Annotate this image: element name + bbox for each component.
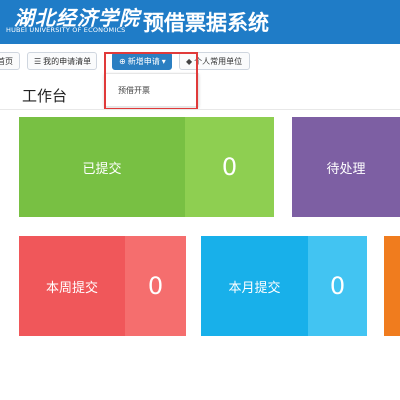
divider (0, 109, 400, 110)
submitted-card[interactable]: 已提交 0 (19, 117, 274, 217)
this-month-count: 0 (308, 236, 367, 336)
pending-card[interactable]: 待处理 (292, 117, 400, 217)
personal-units-label: 个人常用单位 (194, 57, 243, 66)
plus-circle-icon: ⊕ (119, 57, 126, 66)
new-request-label: 新增申请 (127, 57, 160, 66)
home-button[interactable]: 首页 (0, 52, 20, 70)
this-month-label: 本月提交 (228, 280, 281, 296)
extra-card[interactable] (384, 236, 400, 336)
new-request-dropdown-button[interactable]: ⊕ 新增申请 ▾ (112, 52, 172, 70)
this-week-count: 0 (125, 236, 186, 336)
page-title: 工作台 (22, 87, 68, 105)
this-month-card[interactable]: 本月提交 0 (201, 236, 367, 336)
submitted-label: 已提交 (82, 161, 122, 177)
new-request-dropdown-menu: 预借开票 (104, 73, 199, 107)
pending-label: 待处理 (326, 161, 366, 177)
caret-down-icon: ▾ (161, 57, 166, 66)
my-requests-button[interactable]: ☰ 我的申请清单 (27, 52, 97, 70)
home-button-label: 首页 (0, 57, 13, 66)
tag-icon: ◆ (186, 57, 193, 66)
this-week-label: 本周提交 (45, 280, 98, 296)
dropdown-item-advance-invoice[interactable]: 预借开票 (118, 85, 150, 96)
system-title: 预借票据系统 (143, 11, 269, 35)
app-header: 湖北经济学院 HUBEI UNIVERSITY OF ECONOMICS 预借票… (0, 0, 400, 44)
submitted-count: 0 (185, 117, 274, 217)
this-week-card[interactable]: 本周提交 0 (19, 236, 186, 336)
university-logo-english: HUBEI UNIVERSITY OF ECONOMICS (6, 26, 126, 34)
personal-units-button[interactable]: ◆ 个人常用单位 (179, 52, 250, 70)
list-icon: ☰ (34, 57, 42, 66)
my-requests-label: 我的申请清单 (43, 57, 92, 66)
